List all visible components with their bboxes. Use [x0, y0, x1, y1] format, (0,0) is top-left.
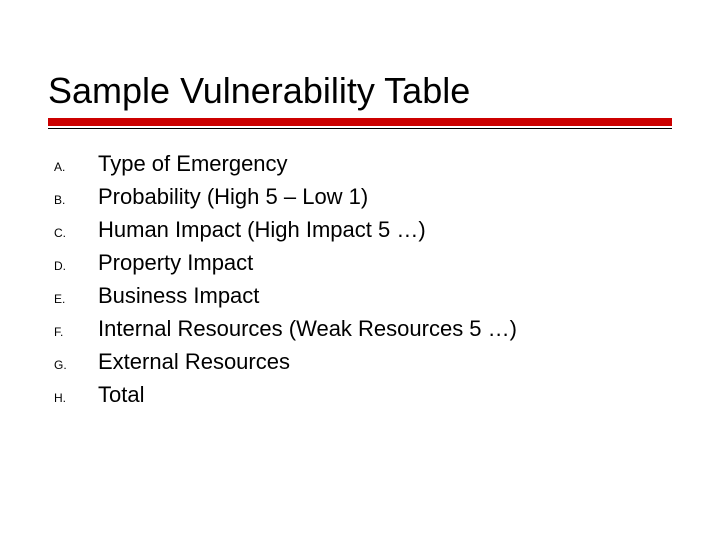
- list-marker: F.: [54, 323, 98, 341]
- list-text: Internal Resources (Weak Resources 5 …): [98, 312, 517, 345]
- slide: Sample Vulnerability Table A. Type of Em…: [0, 0, 720, 540]
- list-item: C. Human Impact (High Impact 5 …): [54, 213, 672, 246]
- list-text: Probability (High 5 – Low 1): [98, 180, 368, 213]
- vulnerability-list: A. Type of Emergency B. Probability (Hig…: [48, 147, 672, 411]
- list-marker: C.: [54, 224, 98, 242]
- thin-rule: [48, 128, 672, 129]
- list-item: G. External Resources: [54, 345, 672, 378]
- list-marker: D.: [54, 257, 98, 275]
- list-marker: A.: [54, 158, 98, 176]
- red-rule: [48, 118, 672, 126]
- list-marker: B.: [54, 191, 98, 209]
- list-text: External Resources: [98, 345, 290, 378]
- list-text: Property Impact: [98, 246, 253, 279]
- list-item: B. Probability (High 5 – Low 1): [54, 180, 672, 213]
- list-item: A. Type of Emergency: [54, 147, 672, 180]
- list-marker: E.: [54, 290, 98, 308]
- list-text: Human Impact (High Impact 5 …): [98, 213, 426, 246]
- list-marker: G.: [54, 356, 98, 374]
- list-item: H. Total: [54, 378, 672, 411]
- slide-title: Sample Vulnerability Table: [48, 70, 672, 112]
- list-text: Total: [98, 378, 144, 411]
- list-item: D. Property Impact: [54, 246, 672, 279]
- list-marker: H.: [54, 389, 98, 407]
- title-underline: [48, 118, 672, 129]
- list-item: F. Internal Resources (Weak Resources 5 …: [54, 312, 672, 345]
- list-text: Type of Emergency: [98, 147, 288, 180]
- list-item: E. Business Impact: [54, 279, 672, 312]
- list-text: Business Impact: [98, 279, 259, 312]
